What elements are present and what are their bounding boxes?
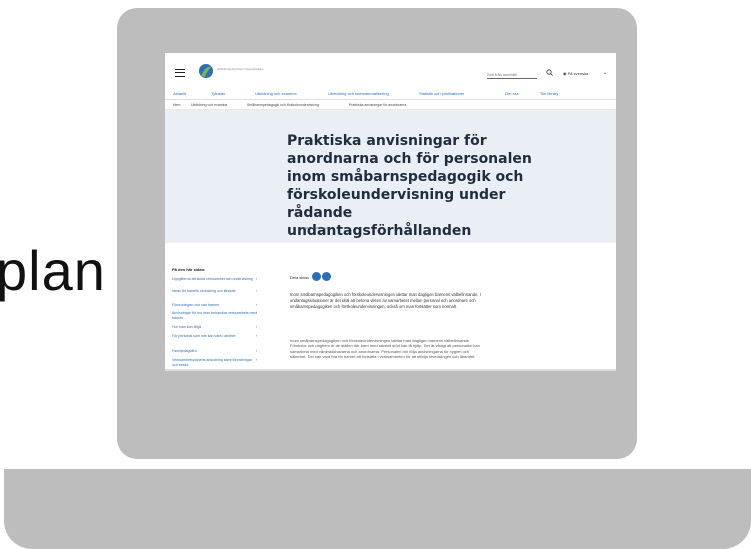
- breadcrumb-item[interactable]: Småbarnspedagogik och förskoleundervisni…: [247, 103, 319, 107]
- nav-item-utveckling[interactable]: Utveckling och internationalisering: [328, 91, 389, 96]
- chevron-right-icon: ›: [255, 349, 257, 353]
- language-selector[interactable]: ◉ På svenska: [563, 71, 588, 76]
- chevron-right-icon: ›: [255, 289, 257, 293]
- page-title: Praktiska anvisningar för anordnarna och…: [287, 133, 532, 239]
- toc-item-label: För personal som inte kan vara i arbetet: [172, 334, 236, 338]
- chevron-right-icon: ›: [255, 277, 257, 281]
- toc-item[interactable]: Uppgifterna att sköta verksamhet och und…: [172, 277, 257, 282]
- main-navigation: Aktuellt Tjänster Utbildning och examina…: [165, 87, 616, 100]
- nav-item-tjanster[interactable]: Tjänster: [211, 91, 225, 96]
- facebook-share-icon[interactable]: [312, 272, 321, 281]
- nav-item-aktuellt[interactable]: Aktuellt: [173, 91, 186, 96]
- site-header: Utbildningsstyrelsen Opetushallitus ◉ På…: [165, 53, 616, 87]
- breadcrumb-item: Praktiska anvisningar för anordnarna: [349, 103, 407, 107]
- toc-item[interactable]: Anvisningar för hur man behandlar verksa…: [172, 311, 257, 321]
- toc-item[interactable]: Hur man kan tillgå ›: [172, 325, 257, 330]
- hero-tag[interactable]: Utbildning och examina: [300, 226, 331, 230]
- breadcrumb: Hem Utbildning och examina Småbarnspedag…: [165, 100, 616, 110]
- chevron-right-icon: ›: [255, 334, 257, 338]
- share-label: Dela sidan: [290, 275, 309, 280]
- twitter-share-icon[interactable]: [322, 272, 331, 281]
- chevron-right-icon: ›: [255, 303, 257, 307]
- screen-edge: [165, 369, 616, 371]
- slide-partial-word: plan: [0, 239, 106, 302]
- toc-heading: På den här sidan:: [172, 267, 206, 272]
- toc-item[interactable]: För personal som inte kan vara i arbetet…: [172, 334, 257, 339]
- chevron-right-icon: ›: [255, 358, 257, 362]
- toc-item[interactable]: Förordningen och vad barnen ›: [172, 303, 257, 308]
- toc-item-label: Anvisningar för hur man behandlar verksa…: [172, 311, 257, 320]
- organization-logo-icon[interactable]: [198, 62, 214, 80]
- toc-item-label: Verksamhetsplanens anslutning samt föror…: [172, 358, 252, 367]
- laptop-screen: Utbildningsstyrelsen Opetushallitus ◉ På…: [165, 53, 616, 371]
- page-hero: Praktiska anvisningar för anordnarna och…: [165, 110, 616, 243]
- search-icon[interactable]: [546, 69, 553, 76]
- toc-item[interactable]: Verksamhetsplanens anslutning samt föror…: [172, 358, 257, 368]
- toc-item[interactable]: Ideas för barnets utveckling och lärande…: [172, 289, 257, 294]
- body-paragraph: Inom småbarnspedagogiken och förskoleund…: [290, 338, 480, 360]
- chevron-right-icon: ›: [255, 325, 257, 329]
- nav-item-tile-library[interactable]: Tile library: [540, 91, 558, 96]
- toc-item[interactable]: Familjedagvård ›: [172, 349, 257, 354]
- toc-item-label: Hur man kan tillgå: [172, 325, 201, 329]
- chevron-down-icon[interactable]: ⌄: [603, 70, 607, 76]
- nav-item-om-oss[interactable]: Om oss: [505, 91, 519, 96]
- nav-item-statistik[interactable]: Statistik och publikationer: [419, 91, 464, 96]
- toc-item-label: Förordningen och vad barnen: [172, 303, 220, 307]
- breadcrumb-item[interactable]: Utbildning och examina: [191, 103, 227, 107]
- language-label: På svenska: [567, 71, 589, 76]
- hamburger-menu-icon[interactable]: [175, 69, 185, 77]
- lead-paragraph: Inom småbarnspedagogiken och förskoleund…: [290, 292, 481, 309]
- nav-item-utbildning[interactable]: Utbildning och examina: [255, 91, 297, 96]
- toc-item-label: Uppgifterna att sköta verksamhet och und…: [172, 277, 253, 281]
- search-input[interactable]: [487, 71, 537, 79]
- chevron-right-icon: ›: [255, 311, 257, 315]
- page-toc: På den här sidan: Uppgifterna att sköta …: [165, 263, 265, 371]
- toc-item-label: Ideas för barnets utveckling och lärande: [172, 289, 236, 293]
- logo-text: Utbildningsstyrelsen Opetushallitus: [217, 67, 264, 71]
- laptop-base: [4, 469, 751, 549]
- breadcrumb-item[interactable]: Hem: [173, 103, 180, 107]
- toc-item-label: Familjedagvård: [172, 349, 197, 353]
